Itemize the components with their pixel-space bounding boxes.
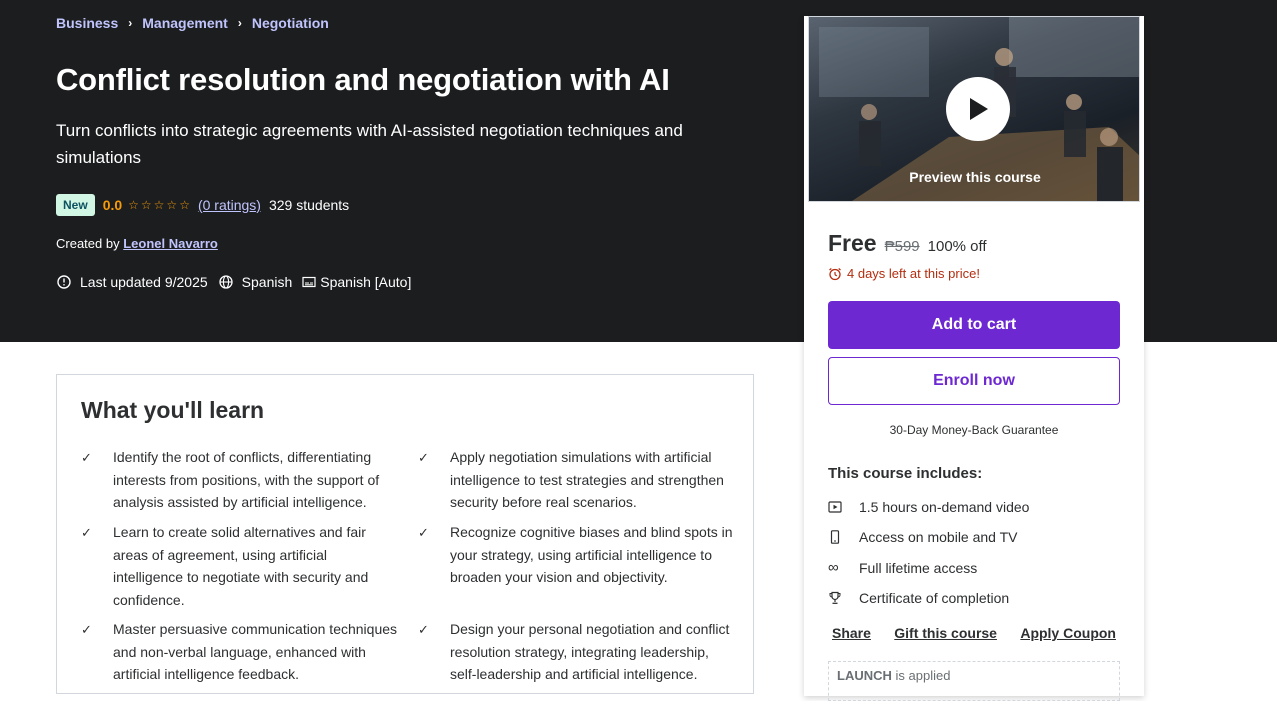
learn-item-text: Recognize cognitive biases and blind spo…	[450, 524, 733, 585]
preview-label: Preview this course	[909, 169, 1041, 185]
include-item-label: 1.5 hours on-demand video	[859, 499, 1030, 515]
breadcrumb-management[interactable]: Management	[142, 15, 228, 31]
course-meta: Last updated 9/2025 Spanish Spanish [Aut…	[56, 274, 421, 290]
rating-row: New 0.0 ☆☆☆☆☆ (0 ratings) 329 students	[56, 194, 349, 216]
globe-icon	[218, 274, 234, 290]
price-timer: 4 days left at this price!	[828, 266, 980, 281]
rating-value: 0.0	[102, 197, 123, 213]
timer-text: 4 days left at this price!	[847, 266, 980, 281]
apply-coupon-link[interactable]: Apply Coupon	[1016, 625, 1120, 641]
include-item-label: Certificate of completion	[859, 590, 1010, 606]
play-button[interactable]	[946, 77, 1010, 141]
learn-item: ✓ Learn to create solid alternatives and…	[81, 521, 398, 611]
original-price: ₱599	[884, 238, 920, 255]
learn-item: ✓ Identify the root of conflicts, differ…	[81, 446, 398, 514]
learn-item-text: Design your personal negotiation and con…	[450, 621, 730, 682]
students-count: 329 students	[268, 197, 350, 213]
gift-course-link[interactable]: Gift this course	[890, 625, 1001, 641]
alert-clock-icon	[56, 274, 72, 290]
mobile-icon	[828, 530, 859, 544]
include-item-label: Full lifetime access	[859, 559, 978, 576]
chevron-right-icon: ›	[237, 16, 242, 30]
chevron-right-icon: ›	[128, 16, 133, 30]
include-item-mobile: Access on mobile and TV	[828, 529, 1018, 545]
learn-title: What you'll learn	[81, 397, 265, 423]
includes-title: This course includes:	[828, 465, 983, 482]
language-text: Spanish	[241, 274, 293, 290]
breadcrumb: Business › Management › Negotiation	[56, 15, 329, 31]
learn-item-text: Identify the root of conflicts, differen…	[113, 449, 380, 510]
trophy-icon	[828, 591, 859, 605]
include-item-lifetime: ∞ Full lifetime access	[828, 559, 977, 576]
include-item-label: Access on mobile and TV	[859, 529, 1018, 545]
check-icon: ✓	[81, 450, 92, 465]
share-link[interactable]: Share	[828, 625, 875, 641]
captions-icon	[302, 274, 318, 290]
captions: Spanish [Auto]	[302, 274, 411, 290]
breadcrumb-business[interactable]: Business	[56, 15, 118, 31]
check-icon: ✓	[418, 450, 429, 465]
captions-text: Spanish [Auto]	[320, 274, 412, 290]
check-icon: ✓	[418, 525, 429, 540]
price-row: Free ₱599 100% off	[828, 230, 987, 257]
course-title: Conflict resolution and negotiation with…	[56, 62, 670, 97]
star-rating-icon: ☆☆☆☆☆	[128, 198, 192, 212]
money-back-guarantee: 30-Day Money-Back Guarantee	[889, 423, 1059, 437]
current-price: Free	[828, 230, 877, 256]
what-you-will-learn: What you'll learn ✓ Identify the root of…	[56, 374, 754, 694]
created-by-label: Created by	[56, 236, 120, 251]
sidebar-actions: Share Gift this course Apply Coupon	[828, 625, 1120, 641]
play-icon	[970, 98, 988, 120]
course-preview[interactable]: Preview this course	[808, 16, 1140, 202]
enroll-now-button[interactable]: Enroll now	[828, 357, 1120, 405]
check-icon: ✓	[81, 525, 92, 540]
breadcrumb-negotiation[interactable]: Negotiation	[252, 15, 329, 31]
add-to-cart-button[interactable]: Add to cart	[828, 301, 1120, 349]
coupon-status: is applied	[895, 668, 951, 683]
learn-item: ✓ Design your personal negotiation and c…	[418, 618, 735, 686]
learn-item: ✓ Recognize cognitive biases and blind s…	[418, 521, 735, 589]
check-icon: ✓	[418, 622, 429, 637]
last-updated-text: Last updated 9/2025	[80, 274, 208, 290]
new-badge: New	[56, 194, 95, 216]
coupon-code: LAUNCH	[837, 668, 892, 683]
video-icon	[828, 500, 859, 514]
infinity-icon: ∞	[828, 559, 839, 576]
include-item-video: 1.5 hours on-demand video	[828, 499, 1029, 515]
last-updated: Last updated 9/2025	[56, 274, 208, 290]
alarm-clock-icon	[828, 267, 842, 281]
learn-item-text: Apply negotiation simulations with artif…	[450, 449, 724, 510]
include-item-certificate: Certificate of completion	[828, 590, 1009, 606]
discount-percent: 100% off	[927, 238, 987, 255]
learn-item-text: Master persuasive communication techniqu…	[113, 621, 398, 682]
course-subtitle: Turn conflicts into strategic agreements…	[56, 121, 683, 167]
check-icon: ✓	[81, 622, 92, 637]
learn-item-text: Learn to create solid alternatives and f…	[113, 524, 369, 608]
applied-coupon: LAUNCH is applied	[828, 661, 1120, 701]
created-by: Created by Leonel Navarro	[56, 236, 218, 251]
purchase-sidebar: Preview this course Free ₱599 100% off 4…	[804, 16, 1144, 701]
learn-item: ✓ Apply negotiation simulations with art…	[418, 446, 735, 514]
language: Spanish	[218, 274, 293, 290]
learn-item: ✓ Master persuasive communication techni…	[81, 618, 398, 686]
instructor-link[interactable]: Leonel Navarro	[123, 236, 218, 251]
ratings-count-link[interactable]: (0 ratings)	[198, 197, 261, 213]
